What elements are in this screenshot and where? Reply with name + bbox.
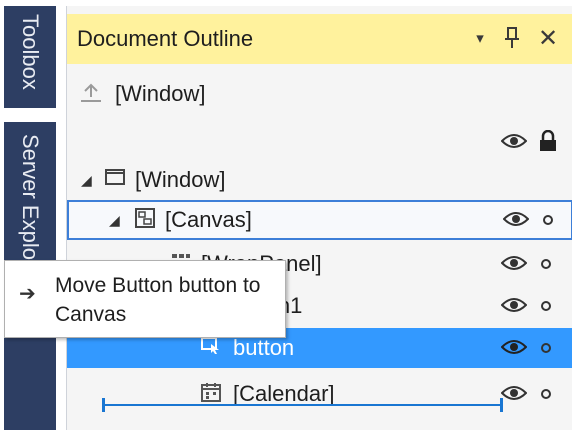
panel-header: Document Outline ▾ ✕ — [67, 14, 572, 64]
lock-toggle-icon[interactable] — [541, 259, 551, 269]
expand-icon[interactable]: ◢ — [109, 212, 120, 229]
lock-toggle-icon[interactable] — [541, 343, 551, 353]
lock-toggle-icon[interactable] — [543, 215, 553, 225]
tree-item-canvas[interactable]: ◢ [Canvas] — [67, 200, 572, 240]
side-tab-strip: Toolbox Server Explorer — [4, 6, 56, 430]
close-icon[interactable]: ✕ — [533, 22, 563, 54]
eye-icon[interactable] — [501, 254, 527, 272]
expand-icon[interactable]: ◢ — [81, 172, 92, 189]
tab-separator — [4, 108, 56, 122]
tree-item-label: [Canvas] — [165, 207, 252, 232]
drop-insertion-cap-right — [500, 398, 503, 412]
eye-icon[interactable] — [501, 132, 527, 150]
eye-icon[interactable] — [503, 210, 529, 228]
dropdown-icon[interactable]: ▾ — [465, 22, 495, 54]
tab-toolbox[interactable]: Toolbox — [4, 14, 56, 90]
tooltip-text: Move Button button to Canvas — [55, 274, 261, 326]
canvas-icon — [135, 208, 155, 234]
arrow-right-icon: ➔ — [19, 283, 36, 305]
tree-item-label: [Window] — [135, 167, 226, 192]
button-icon — [201, 336, 221, 360]
eye-icon[interactable] — [501, 296, 527, 314]
drop-insertion-cap-left — [102, 398, 105, 412]
outline-panel: Document Outline ▾ ✕ [Window] ◢ [Window]… — [66, 6, 572, 430]
pin-icon[interactable] — [497, 22, 527, 54]
tree-item-window[interactable]: ◢ [Window] — [67, 160, 572, 200]
tree-item-calendar[interactable]: [Calendar] — [67, 374, 572, 414]
drag-tooltip: ➔ Move Button button to Canvas — [4, 260, 286, 338]
tree-item-label: button — [233, 335, 295, 360]
scope-up-icon[interactable] — [79, 82, 103, 110]
document-outline-window: Toolbox Server Explorer Document Outline… — [0, 0, 572, 430]
scope-up-row[interactable]: [Window] — [67, 74, 572, 114]
column-controls-row — [67, 122, 572, 162]
panel-title: Document Outline — [77, 26, 254, 51]
scope-up-label: [Window] — [115, 81, 206, 106]
lock-toggle-icon[interactable] — [541, 389, 551, 399]
drop-insertion-line — [104, 404, 502, 406]
lock-icon[interactable] — [539, 130, 557, 152]
window-icon — [105, 168, 125, 192]
lock-toggle-icon[interactable] — [541, 301, 551, 311]
eye-icon[interactable] — [501, 338, 527, 356]
eye-icon[interactable] — [501, 384, 527, 402]
